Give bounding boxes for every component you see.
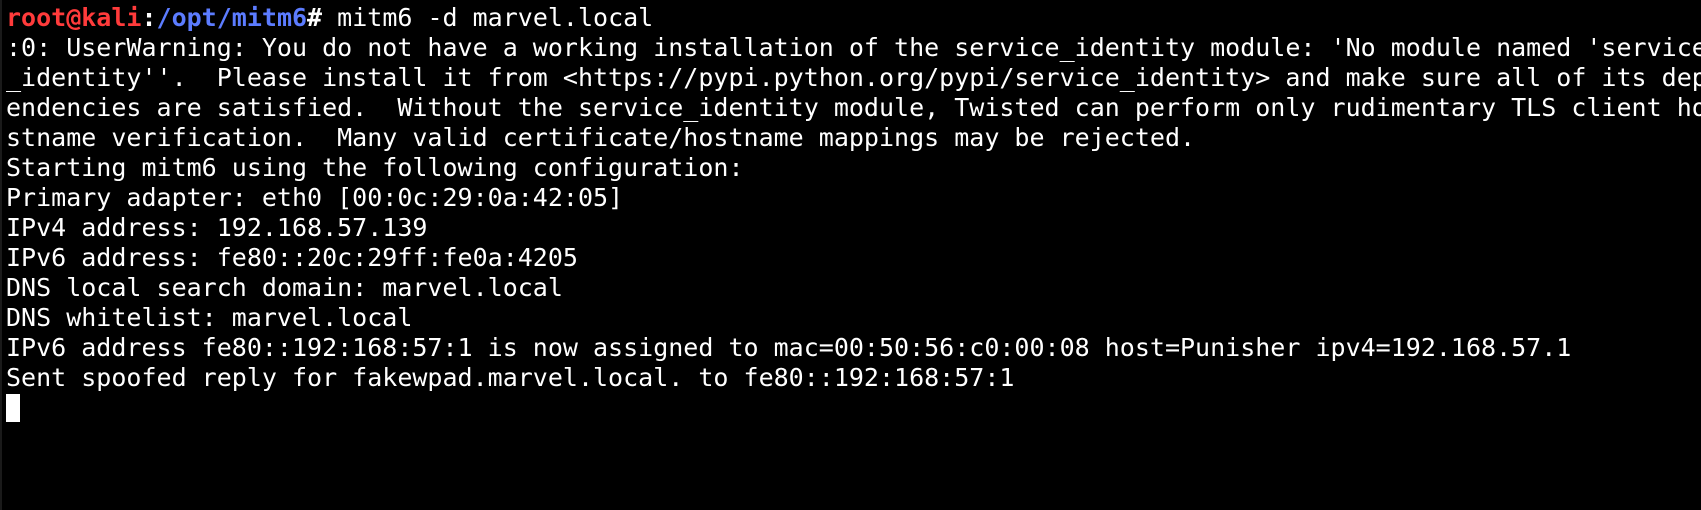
output-line-warning-1: :0: UserWarning: You do not have a worki…	[6, 33, 1701, 62]
output-line-warning-3: endencies are satisfied. Without the ser…	[6, 93, 1701, 122]
text-cursor[interactable]	[6, 394, 20, 422]
prompt-path: /opt/mitm6	[156, 3, 308, 32]
prompt-hash: #	[307, 3, 323, 32]
output-line-starting: Starting mitm6 using the following confi…	[6, 153, 744, 182]
output-line-primary-adapter: Primary adapter: eth0 [00:0c:29:0a:42:05…	[6, 183, 624, 212]
output-line-dns-search-domain: DNS local search domain: marvel.local	[6, 273, 563, 302]
prompt-line: root@kali:/opt/mitm6# mitm6 -d marvel.lo…	[6, 3, 1701, 33]
output-line-ipv6-address: IPv6 address: fe80::20c:29ff:fe0a:4205	[6, 243, 578, 272]
output-line-warning-4: stname verification. Many valid certific…	[6, 123, 1196, 152]
output-line-warning-2: _identity''. Please install it from <htt…	[6, 63, 1701, 92]
output-line-ipv4-address: IPv4 address: 192.168.57.139	[6, 213, 428, 242]
window-left-edge	[0, 0, 2, 510]
output-line-dns-whitelist: DNS whitelist: marvel.local	[6, 303, 413, 332]
cursor-line	[6, 393, 1701, 423]
output-line-ipv6-assigned: IPv6 address fe80::192:168:57:1 is now a…	[6, 333, 1572, 362]
output-line-spoofed-reply: Sent spoofed reply for fakewpad.marvel.l…	[6, 363, 1015, 392]
prompt-colon: :	[141, 3, 157, 32]
terminal-window[interactable]: root@kali:/opt/mitm6# mitm6 -d marvel.lo…	[0, 0, 1701, 510]
command-text: mitm6 -d marvel.local	[322, 3, 654, 32]
prompt-user-host: root@kali	[6, 3, 142, 32]
